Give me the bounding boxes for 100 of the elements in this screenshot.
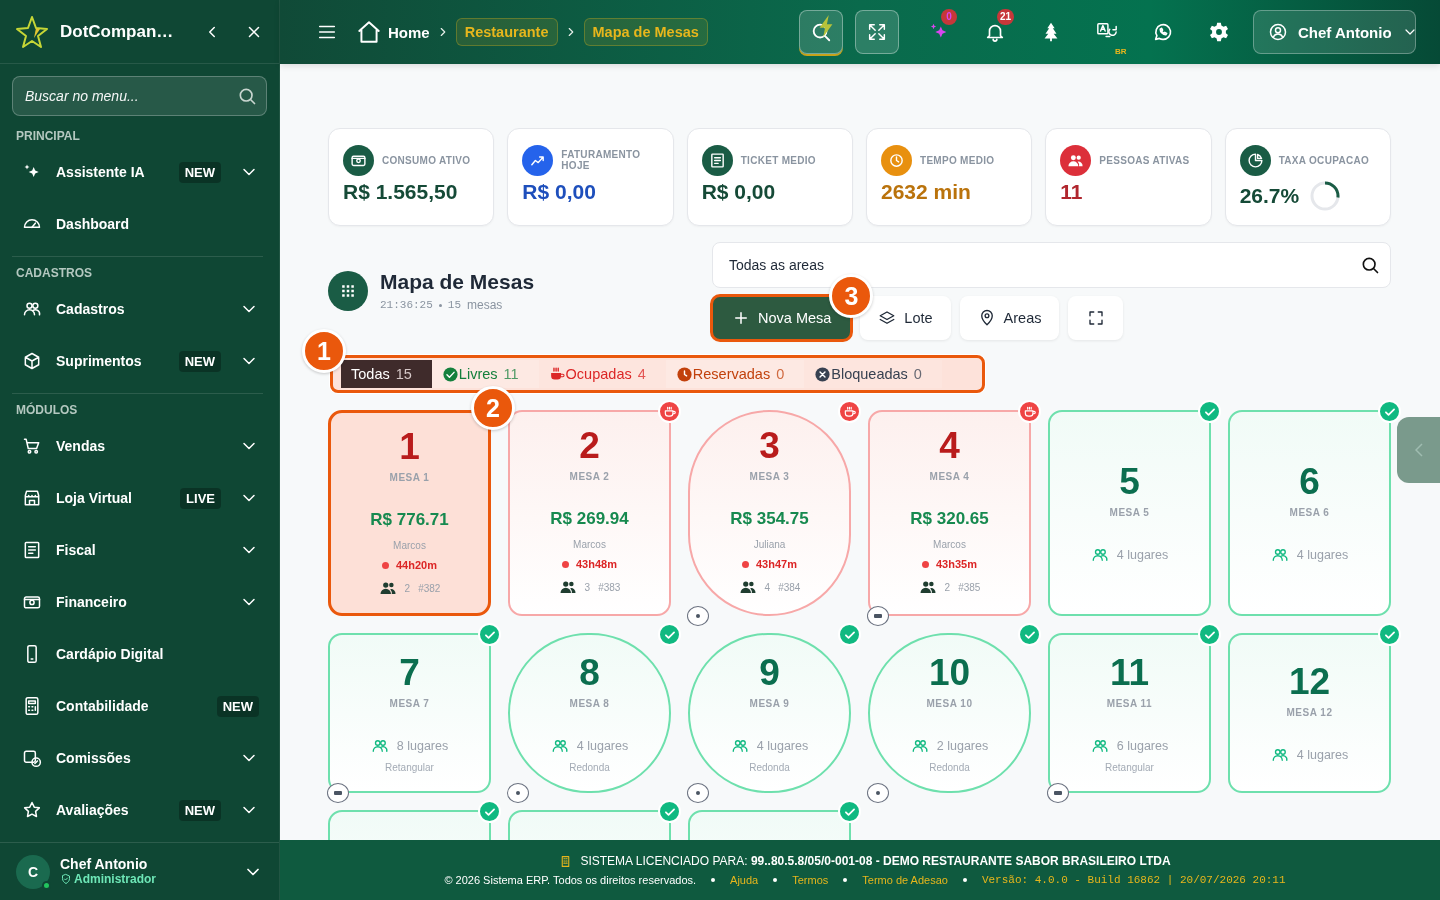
- breadcrumb-link[interactable]: Restaurante: [455, 18, 558, 46]
- table-count: 15: [447, 299, 461, 311]
- table-amount: R$ 354.75: [730, 509, 809, 529]
- order-number: #382: [418, 582, 441, 594]
- menu-item[interactable]: Cadastros: [12, 283, 263, 335]
- count-badge: 0: [941, 9, 957, 25]
- stat-value: 26.7%: [1239, 184, 1300, 208]
- table-card[interactable]: 4 MESA 4 R$ 320.65 Marcos 43h35m 2 #385: [868, 410, 1031, 616]
- user-icon: [1268, 22, 1288, 42]
- menu-item[interactable]: Comissões: [12, 732, 263, 784]
- table-card[interactable]: 12 MESA 12 4 lugares: [1228, 633, 1391, 793]
- table-name: MESA 5: [1109, 507, 1150, 518]
- shape-label: Retangular: [1105, 762, 1154, 773]
- plus-icon: [732, 309, 750, 327]
- stat-label: TICKET MEDIO: [740, 154, 816, 166]
- count-badge: 21: [997, 9, 1015, 25]
- table-card[interactable]: 9 MESA 9 4 lugares Redonda: [688, 633, 851, 793]
- table-card[interactable]: 6 MESA 6 4 lugares: [1228, 410, 1391, 616]
- elapsed-time: 43h35m: [936, 558, 977, 570]
- search-button[interactable]: [799, 10, 843, 54]
- filter-tab[interactable]: Bloqueadas 0: [804, 360, 942, 388]
- filter-tab[interactable]: Livres 11: [431, 360, 539, 388]
- menu-item[interactable]: Suprimentos NEW: [12, 335, 263, 387]
- shield-icon: [60, 873, 72, 885]
- star-icon: [22, 800, 42, 820]
- table-card[interactable]: 2 MESA 2 R$ 269.94 Marcos 43h48m 3 #383: [508, 410, 671, 616]
- menu-item[interactable]: Financeiro: [12, 576, 263, 628]
- language-button[interactable]: BR: [1079, 10, 1135, 54]
- page-title: Mapa de Mesas: [380, 270, 535, 294]
- menu-badge: NEW: [178, 799, 221, 821]
- table-name: MESA 3: [749, 471, 790, 482]
- menu-item[interactable]: Dashboard: [12, 198, 263, 250]
- license-text: SISTEMA LICENCIADO PARA: 99..80.5.8/05/0-001-08 - DEMO RESTAURANTE SABOR BRASILEIRO LTDA: [580, 854, 1171, 868]
- menu-item[interactable]: Loja Virtual LIVE: [12, 472, 263, 524]
- user-avatar: C: [16, 854, 50, 889]
- section-title: MÓDULOS: [15, 401, 79, 419]
- filter-count: 4: [637, 366, 646, 382]
- copyright-text: © 2026 Sistema ERP. Todos os direitos reservados.: [444, 874, 697, 886]
- filter-tab[interactable]: Reservadas 0: [665, 360, 805, 388]
- search-icon: [810, 21, 832, 43]
- document-icon: [22, 540, 42, 560]
- brand-name: DotCompan…: [60, 21, 175, 42]
- waiter-name: Marcos: [933, 539, 966, 550]
- breadcrumb-link[interactable]: Mapa de Mesas: [583, 18, 708, 46]
- chevron-left-icon: [1414, 443, 1423, 457]
- toolbar-button[interactable]: Lote: [860, 296, 951, 340]
- user-name: Chef Antonio: [60, 857, 149, 872]
- menu-item[interactable]: Avaliações NEW: [12, 784, 263, 836]
- table-card[interactable]: 5 MESA 5 4 lugares: [1048, 410, 1211, 616]
- footer-link[interactable]: Termos: [792, 874, 829, 886]
- area-filter-field[interactable]: Todas as areas: [712, 242, 1391, 288]
- filter-tab[interactable]: Todas 15: [341, 360, 432, 388]
- expand-icon: [866, 21, 888, 43]
- menu-badge: NEW: [178, 161, 221, 183]
- guest-count: 3: [584, 581, 591, 593]
- home-link[interactable]: Home: [356, 19, 430, 45]
- users-icon: [370, 737, 389, 755]
- table-name: MESA 11: [1106, 698, 1153, 709]
- table-card[interactable]: 10 MESA 10 2 lugares Redonda: [868, 633, 1031, 793]
- elapsed-time: 44h20m: [396, 559, 437, 571]
- cart-icon: [22, 436, 42, 456]
- table-name: MESA 6: [1289, 507, 1330, 518]
- menu-item[interactable]: Fiscal: [12, 524, 263, 576]
- fullscreen-button[interactable]: [855, 10, 899, 54]
- user-menu-button[interactable]: Chef Antonio: [1253, 10, 1416, 54]
- table-card[interactable]: 11 MESA 11 6 lugares Retangular: [1048, 633, 1211, 793]
- elapsed-time: 43h47m: [756, 558, 797, 570]
- table-name: MESA 8: [569, 698, 610, 709]
- elapsed-time: 43h48m: [576, 558, 617, 570]
- layers-icon: [878, 309, 897, 327]
- step-marker: 1: [302, 329, 346, 373]
- table-card[interactable]: 3 MESA 3 R$ 354.75 Juliana 43h47m 4 #384: [688, 410, 851, 616]
- table-card[interactable]: 8 MESA 8 4 lugares Redonda: [508, 633, 671, 793]
- menu-item[interactable]: Vendas: [12, 420, 263, 472]
- home-icon: [356, 19, 382, 45]
- table-name: MESA 4: [929, 471, 970, 482]
- table-amount: R$ 269.94: [550, 509, 629, 529]
- filter-tab[interactable]: Ocupadas 4: [538, 360, 666, 388]
- notifications-button[interactable]: 21: [967, 10, 1023, 54]
- table-count-label: mesas: [467, 298, 503, 312]
- menu-item[interactable]: Assistente IA NEW: [12, 146, 263, 198]
- table-card[interactable]: 7 MESA 7 8 lugares Retangular: [328, 633, 491, 793]
- fullscreen-button[interactable]: [1068, 296, 1124, 340]
- star-logo-icon: [14, 13, 50, 50]
- footer-link[interactable]: Termo de Adesao: [862, 874, 948, 886]
- menu-item[interactable]: Cardápio Digital: [12, 628, 263, 680]
- guest-count: 4: [764, 581, 771, 593]
- footer-link[interactable]: Ajuda: [730, 874, 759, 886]
- shape-label: Redonda: [929, 762, 970, 773]
- menu-item[interactable]: Contabilidade NEW: [12, 680, 263, 732]
- side-panel-toggle[interactable]: [1397, 417, 1440, 483]
- menu-badge: LIVE: [180, 487, 221, 509]
- order-number: #384: [778, 581, 801, 593]
- table-name: MESA 9: [749, 698, 790, 709]
- toolbar-button[interactable]: Areas: [959, 296, 1060, 340]
- seat-count: 4 lugares: [756, 739, 809, 753]
- menu-badge: NEW: [216, 695, 259, 717]
- seat-count: 4 lugares: [1116, 548, 1169, 562]
- progress-ring: [1309, 180, 1342, 212]
- table-name: MESA 1: [389, 472, 430, 483]
